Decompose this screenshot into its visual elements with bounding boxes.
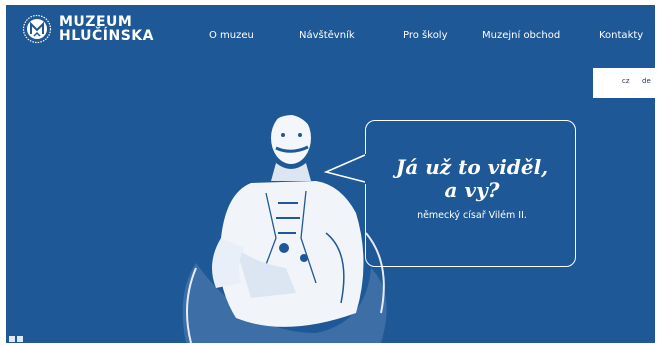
nav-o-muzeu[interactable]: O muzeu	[209, 30, 254, 41]
hero-quote: Já už to viděl, a vy?	[372, 156, 572, 202]
nav-pro-skoly[interactable]: Pro školy	[403, 30, 448, 41]
hero-quote-line2: a vy?	[444, 178, 500, 202]
lang-cz[interactable]: cz	[622, 77, 630, 85]
nav-navstevnik[interactable]: Návštěvník	[299, 30, 355, 41]
brand-name-line1: MUZEUM	[59, 14, 133, 30]
nav-muzejni-obchod[interactable]: Muzejní obchod	[482, 30, 560, 41]
hero-caption: německý císař Vilém II.	[417, 210, 527, 221]
main-nav: O muzeu Návštěvník Pro školy Muzejní obc…	[6, 30, 655, 46]
hero-quote-line1: Já už to viděl,	[395, 155, 549, 179]
slider-controls	[9, 336, 23, 342]
slider-next-icon[interactable]	[17, 336, 23, 342]
language-switcher: cz de	[593, 68, 655, 98]
lang-de[interactable]: de	[642, 77, 651, 85]
hero-section: MUZEUM HLUČÍNSKA O muzeu Návštěvník Pro …	[6, 5, 655, 343]
speech-bubble-tail	[324, 154, 372, 184]
nav-kontakty[interactable]: Kontakty	[599, 30, 643, 41]
slider-prev-icon[interactable]	[9, 336, 15, 342]
